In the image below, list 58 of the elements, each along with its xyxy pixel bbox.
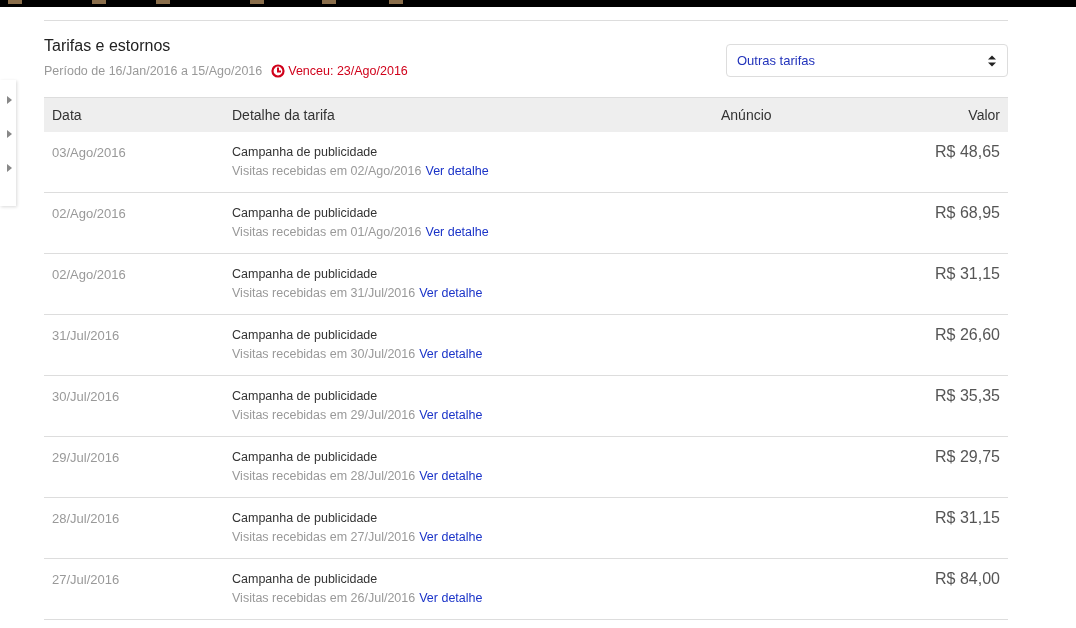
- visits-received-text: Visitas recebidas em 02/Ago/2016: [232, 164, 422, 178]
- view-detail-link[interactable]: Ver detalhe: [419, 469, 483, 483]
- view-detail-link[interactable]: Ver detalhe: [419, 347, 483, 361]
- folder-icon[interactable]: [92, 0, 106, 4]
- folder-icon[interactable]: [156, 0, 170, 4]
- column-header: Data: [51, 107, 83, 123]
- view-detail-link[interactable]: Ver detalhe: [425, 164, 489, 178]
- fee-detail: Campanha de publicidade: [232, 145, 379, 159]
- visits-received-text: Visitas recebidas em 29/Jul/2016: [232, 408, 416, 422]
- fee-detail: Campanha de publicidade: [232, 572, 379, 586]
- amount-cell-text: R$ 35,35: [934, 387, 1001, 405]
- amount-cell-text: R$ 68,95: [934, 204, 1001, 222]
- visits-received-text: Visitas recebidas em 30/Jul/2016: [232, 347, 416, 361]
- date-cell-text: 30/Jul/2016: [51, 389, 121, 404]
- date-cell-text: 28/Jul/2016: [51, 511, 121, 526]
- amount-cell-text: R$ 31,15: [934, 265, 1001, 283]
- amount-cell-text: R$ 29,75: [934, 448, 1001, 466]
- billing-period: Período de 16/Jan/2016 a 15/Ago/2016: [44, 64, 263, 78]
- visits-received-text: Visitas recebidas em 28/Jul/2016: [232, 469, 416, 483]
- view-detail-link[interactable]: Ver detalhe: [419, 408, 483, 422]
- visits-received-text: Visitas recebidas em 01/Ago/2016: [232, 225, 422, 239]
- folder-icon[interactable]: [8, 0, 22, 4]
- view-detail-link[interactable]: Ver detalhe: [419, 286, 483, 300]
- fee-detail: Campanha de publicidade: [232, 450, 379, 464]
- folder-icon[interactable]: [250, 0, 264, 4]
- folder-icon[interactable]: [389, 0, 403, 4]
- date-cell-text: 29/Jul/2016: [51, 450, 121, 465]
- sort-arrows-icon: [987, 53, 997, 68]
- visits-received-text: Visitas recebidas em 31/Jul/2016: [232, 286, 416, 300]
- amount-cell-text: R$ 26,60: [934, 326, 1001, 344]
- visits-received-text: Visitas recebidas em 26/Jul/2016: [232, 591, 416, 605]
- fee-detail: Campanha de publicidade: [232, 328, 379, 342]
- fee-detail: Campanha de publicidade: [232, 206, 379, 220]
- due-date: Venceu: 23/Ago/2016: [288, 64, 408, 78]
- column-header: Valor: [967, 107, 1001, 123]
- fee-type-select[interactable]: Outras tarifas: [726, 44, 1008, 77]
- amount-cell-text: R$ 84,00: [934, 570, 1001, 588]
- view-detail-link[interactable]: Ver detalhe: [419, 530, 483, 544]
- amount-cell-text: R$ 48,65: [934, 143, 1001, 161]
- fee-detail: Campanha de publicidade: [232, 267, 379, 281]
- visits-received-text: Visitas recebidas em 27/Jul/2016: [232, 530, 416, 544]
- column-header: Detalhe da tarifa: [232, 107, 336, 123]
- date-cell-text: 02/Ago/2016: [51, 267, 127, 282]
- view-detail-link[interactable]: Ver detalhe: [419, 591, 483, 605]
- column-header: Anúncio: [721, 107, 773, 123]
- fee-detail: Campanha de publicidade: [232, 511, 379, 525]
- view-detail-link[interactable]: Ver detalhe: [425, 225, 489, 239]
- expand-arrow-icon[interactable]: [7, 130, 12, 138]
- amount-cell-text: R$ 31,15: [934, 509, 1001, 527]
- fee-detail: Campanha de publicidade: [232, 389, 379, 403]
- expand-arrow-icon[interactable]: [7, 164, 12, 172]
- date-cell-text: 02/Ago/2016: [51, 206, 127, 221]
- expand-arrow-icon[interactable]: [7, 96, 12, 104]
- date-cell-text: 03/Ago/2016: [51, 145, 127, 160]
- folder-icon[interactable]: [322, 0, 336, 4]
- section-title: Tarifas e estornos: [44, 37, 172, 55]
- date-cell-text: 27/Jul/2016: [51, 572, 121, 587]
- date-cell-text: 31/Jul/2016: [51, 328, 121, 343]
